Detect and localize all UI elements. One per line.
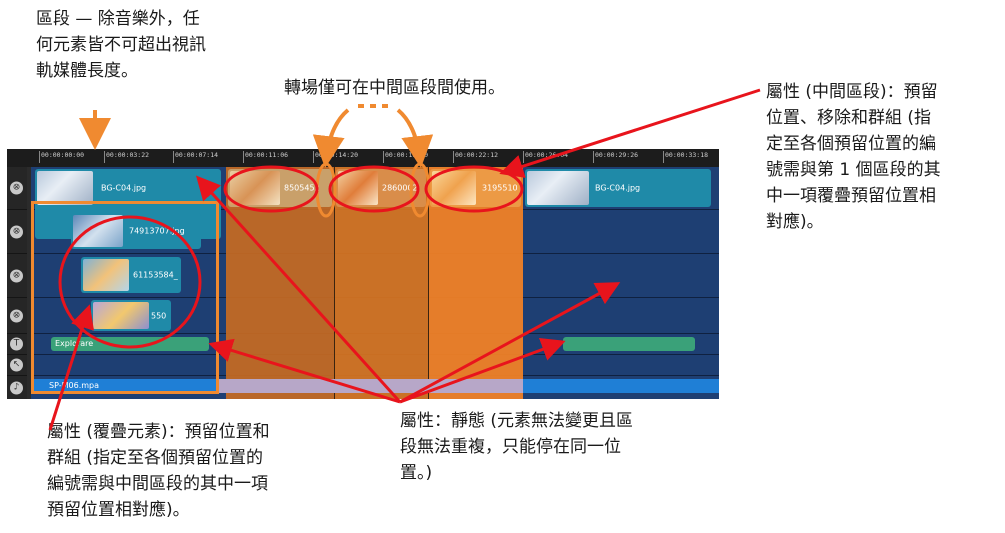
overlay-element-arrow	[48, 304, 95, 431]
transition-arc-right	[396, 108, 434, 168]
static-arrow-to-bg	[195, 175, 402, 404]
middle-clip-circle-2	[328, 165, 420, 213]
transition-arc-left	[312, 108, 350, 168]
static-arrow-to-title	[208, 338, 401, 404]
middle-clip-circle-1	[223, 165, 319, 213]
middle-section-arrow	[499, 88, 761, 178]
annotation-overlay	[48, 88, 761, 431]
middle-clip-circle-3	[424, 165, 524, 213]
static-arrow-to-end-clip	[399, 282, 621, 404]
transition-circle-1	[315, 162, 337, 218]
static-arrow-to-end-title	[399, 337, 566, 404]
